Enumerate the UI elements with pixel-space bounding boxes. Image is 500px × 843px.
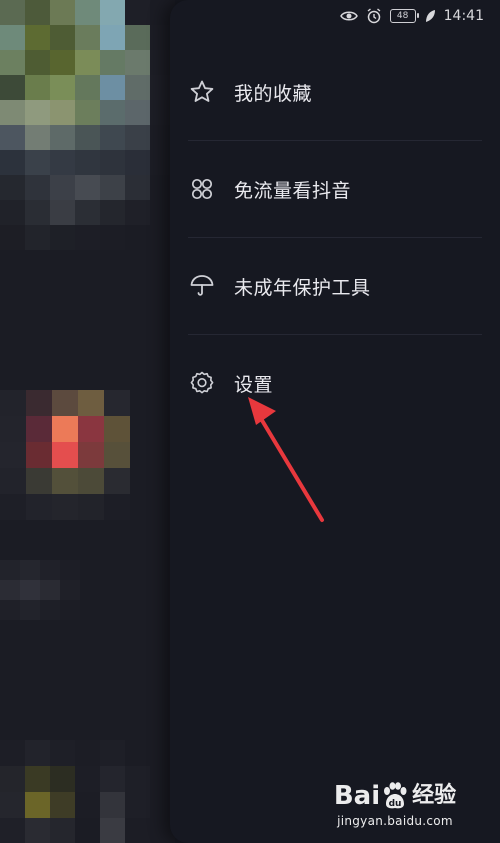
menu-label-settings: 设置	[234, 373, 274, 396]
watermark-brand-bai: Bai	[333, 781, 381, 811]
eye-comfort-icon	[339, 10, 358, 22]
menu-label-free-data: 免流量看抖音	[234, 179, 352, 202]
star-icon	[188, 78, 216, 106]
power-saving-leaf-icon	[424, 9, 436, 23]
blurred-feed-background[interactable]	[0, 0, 175, 843]
watermark-brand-du: du	[389, 799, 402, 809]
blurred-avatar-thumbnail	[0, 390, 130, 520]
screen: 48 14:41 我的收藏 免流量看抖音 未成年保护工具 设置 Bai du 经…	[0, 0, 500, 843]
drawer-menu: 我的收藏 免流量看抖音 未成年保护工具 设置	[188, 44, 482, 431]
status-time: 14:41	[443, 8, 484, 24]
umbrella-icon	[188, 272, 216, 300]
gear-icon	[188, 369, 216, 397]
menu-item-minor-protection[interactable]: 未成年保护工具	[188, 238, 482, 335]
four-circles-icon	[188, 175, 216, 203]
watermark-url: jingyan.baidu.com	[337, 814, 453, 828]
paw-icon: du	[384, 782, 407, 809]
status-bar: 48 14:41	[339, 0, 500, 32]
menu-item-free-data[interactable]: 免流量看抖音	[188, 141, 482, 238]
blurred-video-thumbnail	[0, 0, 175, 250]
menu-label-favorites: 我的收藏	[234, 82, 313, 105]
watermark-brand-cn: 经验	[412, 783, 457, 808]
baidu-jingyan-watermark: Bai du 经验 jingyan.baidu.com	[325, 782, 465, 828]
baidu-logo: Bai du 经验	[325, 782, 465, 810]
menu-item-favorites[interactable]: 我的收藏	[188, 44, 482, 141]
blurred-bottom-thumbnail	[0, 740, 150, 843]
menu-label-minor-protection: 未成年保护工具	[234, 276, 371, 299]
red-arrow-annotation	[248, 397, 324, 522]
blurred-caption-text	[0, 560, 80, 620]
battery-icon: 48	[389, 9, 419, 23]
alarm-icon	[366, 8, 382, 24]
